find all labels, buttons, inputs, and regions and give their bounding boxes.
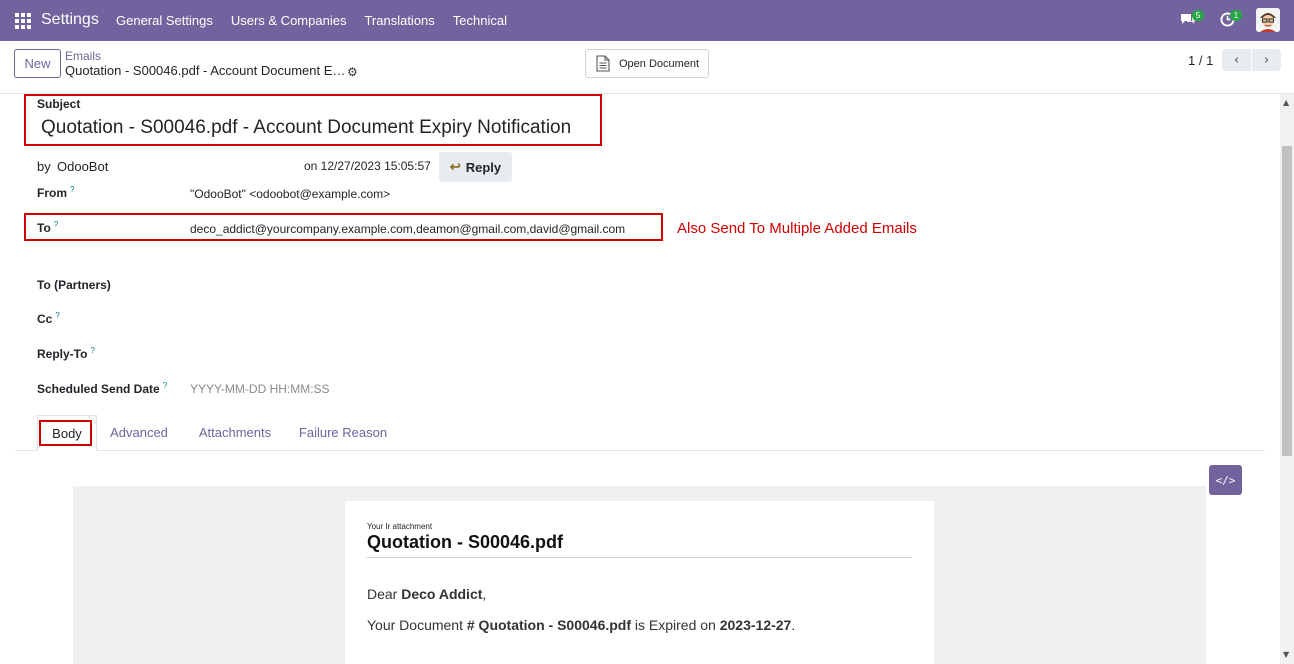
new-button[interactable]: New [14, 49, 61, 78]
scheduled-send-date-label: Scheduled Send Date? [37, 381, 168, 396]
tab-failure-reason[interactable]: Failure Reason [297, 415, 389, 451]
to-value[interactable]: deco_addict@yourcompany.example.com,deam… [190, 222, 625, 236]
email-title: Quotation - S00046.pdf [367, 532, 564, 552]
tab-advanced[interactable]: Advanced [107, 415, 171, 451]
menu-users-companies[interactable]: Users & Companies [231, 13, 347, 28]
email-divider [367, 557, 912, 558]
email-body-card: Your Ir attachment Quotation - S00046.pd… [345, 501, 934, 664]
reply-to-label: Reply-To? [37, 346, 95, 361]
menu-general-settings[interactable]: General Settings [116, 13, 213, 28]
subject-value: Quotation - S00046.pdf - Account Documen… [41, 117, 572, 138]
by-prefix: by [37, 159, 51, 174]
tab-attachments[interactable]: Attachments [193, 415, 277, 451]
pager-next-button[interactable]: › [1252, 49, 1281, 71]
breadcrumb-emails[interactable]: Emails [65, 49, 101, 63]
pager-previous-button[interactable]: ‹ [1222, 49, 1251, 71]
reply-label: Reply [465, 159, 502, 175]
annotation-note: Also Send To Multiple Added Emails [677, 220, 917, 237]
to-partners-label: To (Partners) [37, 278, 111, 292]
chevron-right-icon: › [1263, 52, 1270, 68]
subject-label: Subject [37, 97, 81, 111]
open-document-button[interactable]: Open Document [585, 49, 709, 78]
help-icon[interactable]: ? [55, 311, 59, 320]
main-menu: General Settings Users & Companies Trans… [116, 13, 525, 28]
author-name[interactable]: OdooBot [57, 159, 108, 174]
document-icon [596, 55, 610, 72]
scheduled-send-date-input[interactable]: YYYY-MM-DD HH:MM:SS [190, 382, 330, 396]
from-value[interactable]: "OdooBot" <odoobot@example.com> [190, 187, 390, 201]
menu-technical[interactable]: Technical [453, 13, 507, 28]
apps-menu-icon[interactable] [15, 13, 31, 29]
email-small-heading: Your Ir attachment [367, 522, 433, 531]
gear-icon[interactable]: ⚙ [347, 65, 358, 79]
breadcrumb-current-record: Quotation - S00046.pdf - Account Documen… [65, 63, 346, 78]
message-date: on 12/27/2023 15:05:57 [304, 159, 431, 173]
app-brand[interactable]: Settings [41, 11, 99, 29]
scroll-up-arrow-icon[interactable]: ▲ [1283, 98, 1289, 107]
reply-icon: ↩ [449, 159, 461, 174]
scrollbar[interactable]: ▲ ▼ [1280, 94, 1294, 664]
menu-translations[interactable]: Translations [364, 13, 434, 28]
user-avatar[interactable] [1256, 8, 1280, 32]
control-panel: New Emails Quotation - S00046.pdf - Acco… [0, 41, 1294, 94]
help-icon[interactable]: ? [70, 185, 74, 194]
scrollbar-thumb[interactable] [1282, 146, 1292, 456]
from-label: From? [37, 185, 75, 200]
notebook-tabs: Body Advanced Attachments Failure Reason [15, 415, 1265, 451]
chat-count-badge: 5 [1192, 10, 1204, 21]
to-label: To? [37, 220, 59, 235]
help-icon[interactable]: ? [90, 346, 94, 355]
code-icon: </> [1215, 473, 1236, 487]
pager-value[interactable]: 1 / 1 [1188, 53, 1213, 68]
open-document-label: Open Document [619, 57, 700, 70]
email-expiry-line: Your Document # Quotation - S00046.pdf i… [367, 617, 796, 633]
chevron-left-icon: ‹ [1233, 52, 1240, 68]
scroll-down-arrow-icon[interactable]: ▼ [1283, 650, 1289, 659]
activity-count-badge: 1 [1230, 10, 1242, 21]
help-icon[interactable]: ? [54, 220, 58, 229]
reply-button[interactable]: ↩ Reply [439, 152, 512, 182]
top-navbar: Settings General Settings Users & Compan… [0, 0, 1294, 41]
body-tab-highlight-box [39, 420, 92, 446]
cc-label: Cc? [37, 311, 60, 326]
email-greeting: Dear Deco Addict, [367, 586, 487, 602]
code-view-button[interactable]: </> [1209, 465, 1242, 495]
form-sheet: Subject Quotation - S00046.pdf - Account… [0, 94, 1280, 664]
help-icon[interactable]: ? [163, 381, 167, 390]
